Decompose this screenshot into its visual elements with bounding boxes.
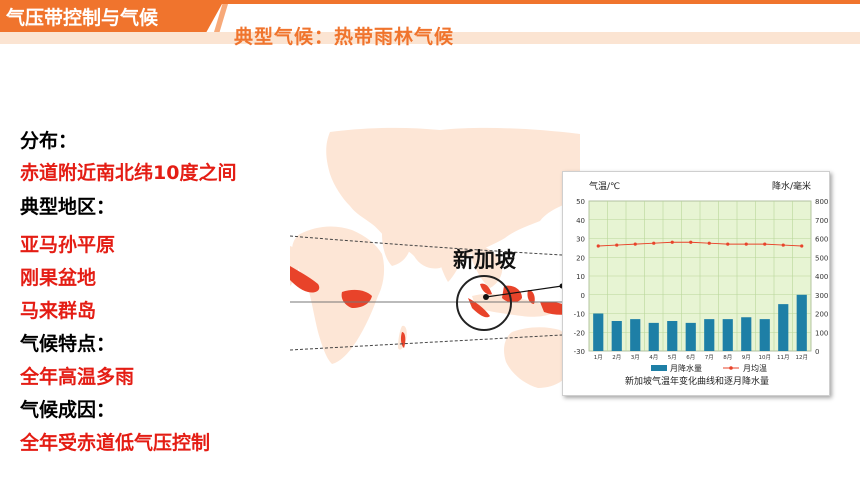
- legend-bar-swatch: [651, 365, 667, 371]
- temp-point: [781, 243, 785, 247]
- month-label: 10月: [759, 354, 772, 361]
- temp-point: [726, 242, 730, 246]
- precip-bar: [704, 319, 715, 351]
- chart-title: 新加坡气温年变化曲线和逐月降水量: [625, 375, 769, 387]
- temp-tick-label: 30: [576, 236, 585, 244]
- precip-tick-label: 500: [815, 254, 828, 262]
- precip-bar: [722, 319, 733, 351]
- temp-point: [744, 242, 748, 246]
- precip-bar: [667, 321, 678, 351]
- temp-point: [763, 242, 767, 246]
- precip-tick-label: 800: [815, 198, 828, 206]
- temp-tick-label: -10: [574, 311, 585, 319]
- right-axis-label: 降水/毫米: [772, 180, 811, 192]
- left-axis-label: 气温/℃: [589, 180, 620, 192]
- precip-bar: [796, 294, 807, 351]
- month-label: 7月: [705, 354, 714, 361]
- month-label: 9月: [742, 354, 751, 361]
- precip-tick-label: 600: [815, 236, 828, 244]
- precip-bar: [611, 321, 622, 351]
- month-label: 4月: [649, 354, 658, 361]
- temp-point: [670, 240, 674, 244]
- month-label: 1月: [594, 354, 603, 361]
- month-label: 5月: [668, 354, 677, 361]
- temp-point: [652, 241, 656, 245]
- temp-tick-label: 40: [576, 217, 585, 225]
- temp-tick-label: -20: [574, 329, 585, 337]
- precip-tick-label: 300: [815, 292, 828, 300]
- precip-bar: [630, 319, 641, 351]
- temp-tick-label: 0: [581, 292, 585, 300]
- legend-temp-label: 月均温: [743, 363, 767, 373]
- precip-tick-label: 400: [815, 273, 828, 281]
- precip-bar: [648, 322, 659, 351]
- precip-tick-label: 200: [815, 311, 828, 319]
- temp-point: [615, 243, 619, 247]
- precip-bar: [778, 304, 789, 351]
- temp-point: [689, 240, 693, 244]
- month-label: 3月: [631, 354, 640, 361]
- month-label: 8月: [723, 354, 732, 361]
- month-label: 6月: [686, 354, 695, 361]
- precip-tick-label: 700: [815, 217, 828, 225]
- temp-point: [707, 241, 711, 245]
- month-label: 11月: [777, 354, 790, 361]
- temp-tick-label: 10: [576, 273, 585, 281]
- temp-tick-label: -30: [574, 348, 585, 356]
- temp-point: [596, 244, 600, 248]
- climate-chart-panel: 气温/℃ 降水/毫米 新加坡气温年变化曲线和逐月降水量 -30 -20 -10 0 10…: [562, 171, 830, 396]
- temp-point: [800, 244, 804, 248]
- temp-tick-label: 20: [576, 254, 585, 262]
- precip-bar: [741, 317, 752, 351]
- legend-precip-label: 月降水量: [670, 363, 702, 373]
- legend-line-marker: [729, 366, 733, 370]
- precip-tick-label: 100: [815, 329, 828, 337]
- month-label: 2月: [612, 354, 621, 361]
- temp-point: [633, 242, 637, 246]
- precip-bar: [685, 322, 696, 351]
- precip-tick-label: 0: [815, 348, 819, 356]
- month-label: 12月: [796, 354, 809, 361]
- precip-bar: [759, 319, 770, 351]
- precip-bar: [593, 313, 604, 351]
- climate-chart: 气温/℃ 降水/毫米 新加坡气温年变化曲线和逐月降水量 -30 -20 -10 0 10…: [574, 180, 829, 387]
- temp-tick-label: 50: [576, 198, 585, 206]
